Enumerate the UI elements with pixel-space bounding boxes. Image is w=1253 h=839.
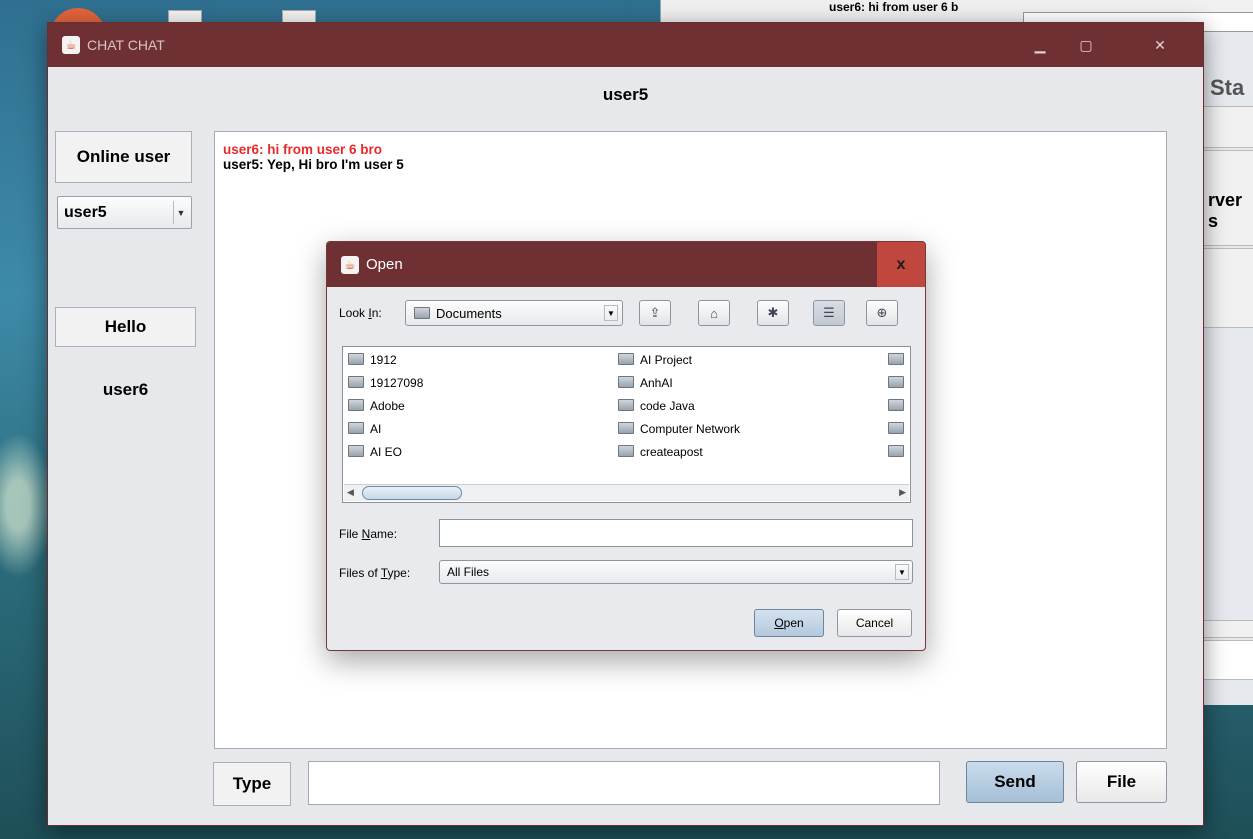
minimize-button[interactable]: ▁ [1017,23,1063,67]
folder-icon [618,422,634,434]
chevron-down-icon[interactable]: ▼ [895,564,909,580]
look-in-value: Documents [436,305,502,321]
open-file-dialog: ☕ Open x Look In: Documents ▼ ⇪ ⌂ ✱ ☰ ⊕ … [326,241,926,651]
maximize-button[interactable]: ▢ [1063,23,1109,67]
current-user-heading: user5 [602,85,649,104]
details-view-button[interactable]: ⊕ [866,300,898,326]
background-window-side-label: rver s [1208,190,1243,231]
chat-title-bar[interactable]: ☕ CHAT CHAT ▁ ▢ ✕ [48,23,1203,67]
close-icon: x [896,255,906,273]
folder-icon [348,422,364,434]
file-list[interactable]: 1912 19127098 Adobe AI AI EO AI Project … [342,346,911,503]
java-app-icon: ☕ [341,255,359,274]
send-button[interactable]: Send [966,761,1064,803]
folder-icon [888,399,904,411]
list-item[interactable]: AnhAI [618,376,673,390]
window-title: CHAT CHAT [87,37,165,53]
list-item-partial[interactable] [888,399,910,413]
look-in-select[interactable]: Documents ▼ [405,300,623,326]
background-window-snippet: user6: hi from user 6 b [829,0,959,14]
folder-icon [618,399,634,411]
list-view-button[interactable]: ☰ [813,300,845,326]
up-one-level-button[interactable]: ⇪ [639,300,671,326]
chat-message: user6: hi from user 6 bro [223,142,383,157]
files-of-type-label: Files of Type: [339,566,411,580]
cancel-button[interactable]: Cancel [837,609,912,637]
hello-button[interactable]: Hello [55,307,196,347]
files-of-type-value: All Files [447,565,490,579]
list-item[interactable]: Computer Network [618,422,740,436]
list-item[interactable]: AI [348,422,381,436]
list-item[interactable]: AI EO [348,445,402,459]
list-item-partial[interactable] [888,422,910,436]
up-one-level-icon: ⇪ [649,305,661,320]
open-dialog-title: Open [366,256,403,273]
folder-icon [414,307,430,319]
file-button[interactable]: File [1076,761,1167,803]
file-name-input[interactable] [439,519,913,547]
open-dialog-title-bar[interactable]: ☕ Open x [327,242,925,287]
list-item[interactable]: AI Project [618,353,692,367]
list-item[interactable]: code Java [618,399,695,413]
list-item-partial[interactable] [888,353,910,367]
background-panel [1201,106,1253,148]
chat-message: user5: Yep, Hi bro I'm user 5 [223,157,404,172]
folder-icon [618,353,634,365]
folder-icon [348,399,364,411]
folder-icon [888,422,904,434]
horizontal-scrollbar[interactable]: ◀ ▶ [344,484,909,501]
background-input [1201,640,1253,680]
background-panel [1201,248,1253,328]
minimize-icon: ▁ [1034,36,1046,53]
details-view-icon: ⊕ [876,305,888,320]
list-item[interactable]: createapost [618,445,703,459]
java-app-icon: ☕ [62,36,80,54]
list-item[interactable]: 19127098 [348,376,423,390]
files-of-type-select[interactable]: All Files ▼ [439,560,913,584]
folder-icon [618,376,634,388]
home-button[interactable]: ⌂ [698,300,730,326]
scrollbar-thumb[interactable] [362,486,462,500]
folder-icon [888,445,904,457]
maximize-icon: ▢ [1079,36,1093,53]
online-user-button[interactable]: Online user [55,131,192,183]
list-item-partial[interactable] [888,445,910,459]
new-folder-button[interactable]: ✱ [757,300,789,326]
user-select[interactable]: user5 ▼ [57,196,192,229]
folder-icon [618,445,634,457]
home-icon: ⌂ [710,305,718,321]
message-input[interactable] [308,761,940,805]
list-item[interactable]: 1912 [348,353,397,367]
folder-icon [888,376,904,388]
look-in-label: Look In: [339,306,382,320]
chevron-down-icon[interactable]: ▼ [173,201,188,224]
scroll-right-icon[interactable]: ▶ [899,487,906,498]
scroll-left-icon[interactable]: ◀ [347,487,354,498]
file-name-label: File Name: [339,527,398,541]
folder-icon [348,376,364,388]
folder-icon [348,445,364,457]
type-label: Type [213,762,291,806]
open-button[interactable]: Open [754,609,824,637]
list-item[interactable]: Adobe [348,399,405,413]
folder-icon [888,353,904,365]
list-view-icon: ☰ [823,305,835,320]
chevron-down-icon[interactable]: ▼ [604,305,618,321]
peer-user-label[interactable]: user6 [55,380,196,400]
background-window-label: Sta [1210,75,1245,100]
list-item-partial[interactable] [888,376,910,390]
background-panel [1201,620,1253,638]
new-folder-icon: ✱ [767,305,779,320]
user-select-value: user5 [64,203,107,221]
close-button[interactable]: ✕ [1131,23,1189,67]
close-icon: ✕ [1154,36,1166,53]
dialog-close-button[interactable]: x [877,242,925,287]
folder-icon [348,353,364,365]
